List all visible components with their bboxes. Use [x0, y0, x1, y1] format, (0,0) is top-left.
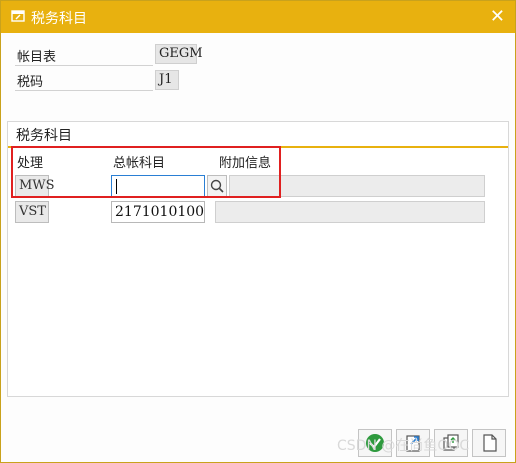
tax-code-underline [15, 90, 153, 91]
process-key-mws[interactable]: MWS [15, 175, 55, 197]
gl-account-input-mws[interactable] [111, 175, 205, 197]
search-help-button[interactable] [207, 175, 227, 197]
window-title: 税务科目 [31, 11, 87, 27]
confirm-button[interactable] [358, 429, 392, 457]
column-header-gl-account: 总帐科目 [113, 156, 166, 171]
tax-code-value: J1 [155, 70, 179, 90]
new-button[interactable] [472, 429, 506, 457]
additional-info-mws [229, 175, 485, 197]
column-header-process: 处理 [17, 156, 44, 171]
new-icon [483, 434, 497, 452]
column-header-additional-info: 附加信息 [219, 156, 272, 171]
export-icon [406, 435, 420, 452]
edit-window-icon [11, 10, 25, 22]
search-icon [210, 179, 224, 193]
title-bar: 税务科目 ✕ [1, 1, 515, 33]
copy-icon [443, 434, 459, 451]
export-button[interactable] [396, 429, 430, 457]
account-table-underline [15, 65, 153, 66]
account-table-value: GEGM [155, 44, 203, 64]
text-caret [116, 179, 117, 194]
group-title-line [8, 146, 508, 148]
additional-info-vst [215, 201, 485, 223]
gl-account-input-vst[interactable]: 2171010100 [111, 201, 205, 223]
account-table-label: 帐目表 [17, 50, 57, 65]
process-key-vst[interactable]: VST [15, 201, 49, 223]
confirm-icon [366, 434, 384, 452]
close-icon[interactable]: ✕ [490, 6, 505, 27]
tax-accounts-dialog: 税务科目 ✕ 帐目表 GEGM 税码 J1 税务科目 处理 总帐科目 附加信息 … [0, 0, 516, 463]
tax-code-label: 税码 [17, 75, 44, 90]
copy-button[interactable] [434, 429, 468, 457]
group-title: 税务科目 [16, 128, 72, 144]
